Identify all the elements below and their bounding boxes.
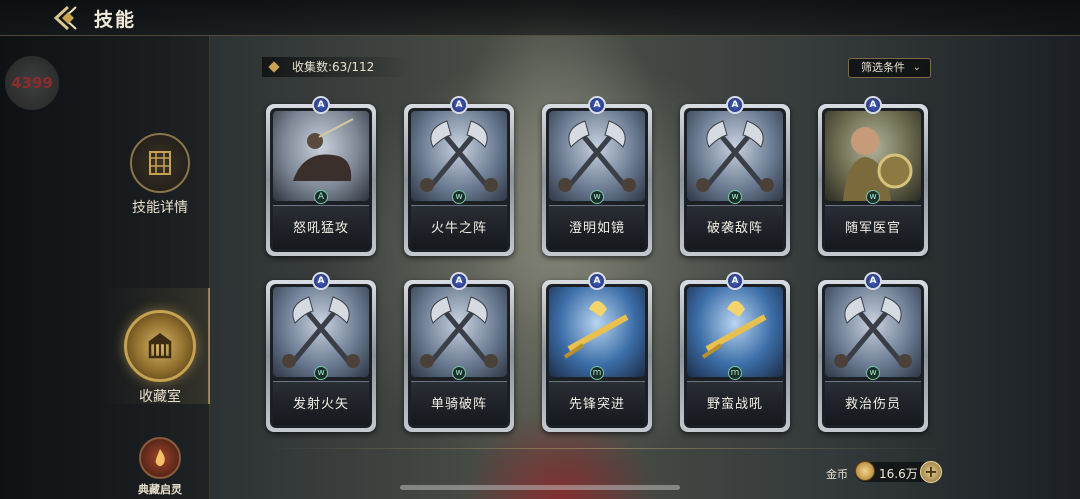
card-frame: 破袭敌阵 bbox=[684, 108, 786, 252]
troop-type-icon: w bbox=[866, 366, 880, 380]
card-frame: 发射火矢 bbox=[270, 284, 372, 428]
home-indicator[interactable] bbox=[400, 485, 680, 490]
card-art-image bbox=[687, 111, 783, 201]
sidebar-item-label: 典藏启灵 bbox=[138, 483, 182, 496]
card-art-image bbox=[549, 111, 645, 201]
card-art-image bbox=[273, 287, 369, 377]
filter-label: 筛选条件 bbox=[861, 61, 905, 74]
troop-type-icon: w bbox=[314, 366, 328, 380]
filter-button[interactable]: 筛选条件 ⌄ bbox=[848, 58, 931, 78]
grade-badge-icon: A bbox=[864, 272, 882, 290]
back-button[interactable] bbox=[52, 4, 86, 32]
skill-card[interactable]: A 单骑破阵 w bbox=[404, 272, 514, 432]
card-frame: 先锋突进 bbox=[546, 284, 648, 428]
back-arrow-icon bbox=[53, 5, 77, 31]
skill-card[interactable]: A 澄明如镜 w bbox=[542, 96, 652, 256]
currency-label: 金币 bbox=[826, 468, 848, 481]
skill-book-icon bbox=[130, 133, 190, 193]
troop-type-icon: w bbox=[866, 190, 880, 204]
chevron-down-icon: ⌄ bbox=[912, 62, 921, 73]
skill-card[interactable]: A 随军医官 w bbox=[818, 96, 928, 256]
grade-badge-icon: A bbox=[726, 96, 744, 114]
divider bbox=[262, 448, 950, 449]
add-currency-button[interactable]: + bbox=[920, 461, 942, 483]
card-art-image bbox=[687, 287, 783, 377]
card-art-image bbox=[273, 111, 369, 201]
grade-badge-icon: A bbox=[450, 96, 468, 114]
sidebar-item-label: 收藏室 bbox=[139, 389, 181, 405]
card-art-image bbox=[411, 111, 507, 201]
card-name: 破袭敌阵 bbox=[687, 205, 783, 249]
card-name: 救治伤员 bbox=[825, 381, 921, 425]
grade-badge-icon: A bbox=[312, 272, 330, 290]
card-name: 单骑破阵 bbox=[411, 381, 507, 425]
collection-count: 收集数:63/112 bbox=[262, 57, 412, 77]
troop-type-icon: w bbox=[590, 190, 604, 204]
grade-badge-icon: A bbox=[312, 96, 330, 114]
card-frame: 澄明如镜 bbox=[546, 108, 648, 252]
troop-type-icon: m bbox=[728, 366, 742, 380]
sidebar-item-label: 技能详情 bbox=[132, 200, 188, 216]
troop-type-icon: A bbox=[314, 190, 328, 204]
grade-badge-icon: A bbox=[588, 96, 606, 114]
card-frame: 救治伤员 bbox=[822, 284, 924, 428]
currency-value: 16.6万 bbox=[879, 467, 918, 481]
troop-type-icon: w bbox=[728, 190, 742, 204]
grade-badge-icon: A bbox=[450, 272, 468, 290]
card-art-image bbox=[411, 287, 507, 377]
card-art-image bbox=[549, 287, 645, 377]
collection-count-text: 收集数:63/112 bbox=[292, 60, 375, 74]
grade-badge-icon: A bbox=[588, 272, 606, 290]
card-name: 随军医官 bbox=[825, 205, 921, 249]
skill-card[interactable]: A 发射火矢 w bbox=[266, 272, 376, 432]
logo-4399: 4399 bbox=[5, 56, 59, 110]
card-frame: 野蛮战吼 bbox=[684, 284, 786, 428]
skill-card[interactable]: A 野蛮战吼 m bbox=[680, 272, 790, 432]
diamond-icon bbox=[268, 61, 280, 73]
gold-coin-icon bbox=[855, 461, 875, 481]
collection-hall-icon bbox=[124, 310, 196, 382]
card-name: 野蛮战吼 bbox=[687, 381, 783, 425]
card-art-image bbox=[825, 111, 921, 201]
skill-card[interactable]: A 火牛之阵 w bbox=[404, 96, 514, 256]
card-name: 澄明如镜 bbox=[549, 205, 645, 249]
skill-card[interactable]: A 先锋突进 m bbox=[542, 272, 652, 432]
card-name: 火牛之阵 bbox=[411, 205, 507, 249]
grade-badge-icon: A bbox=[864, 96, 882, 114]
sidebar-item-relic[interactable]: 典藏启灵 bbox=[130, 437, 190, 497]
page-title: 技能 bbox=[94, 9, 137, 31]
skill-card[interactable]: A 救治伤员 w bbox=[818, 272, 928, 432]
sidebar-item-collection[interactable]: 收藏室 bbox=[115, 310, 205, 406]
skill-card[interactable]: A 破袭敌阵 w bbox=[680, 96, 790, 256]
card-name: 发射火矢 bbox=[273, 381, 369, 425]
skill-card[interactable]: A 怒吼猛攻 A bbox=[266, 96, 376, 256]
sidebar-item-skill-detail[interactable]: 技能详情 bbox=[120, 133, 200, 217]
card-name: 怒吼猛攻 bbox=[273, 205, 369, 249]
troop-type-icon: m bbox=[590, 366, 604, 380]
card-frame: 单骑破阵 bbox=[408, 284, 510, 428]
card-name: 先锋突进 bbox=[549, 381, 645, 425]
top-bar: 技能 bbox=[0, 0, 1080, 36]
flame-icon bbox=[139, 437, 181, 479]
troop-type-icon: w bbox=[452, 190, 466, 204]
grade-badge-icon: A bbox=[726, 272, 744, 290]
card-frame: 随军医官 bbox=[822, 108, 924, 252]
card-art-image bbox=[825, 287, 921, 377]
card-frame: 怒吼猛攻 bbox=[270, 108, 372, 252]
troop-type-icon: w bbox=[452, 366, 466, 380]
card-frame: 火牛之阵 bbox=[408, 108, 510, 252]
